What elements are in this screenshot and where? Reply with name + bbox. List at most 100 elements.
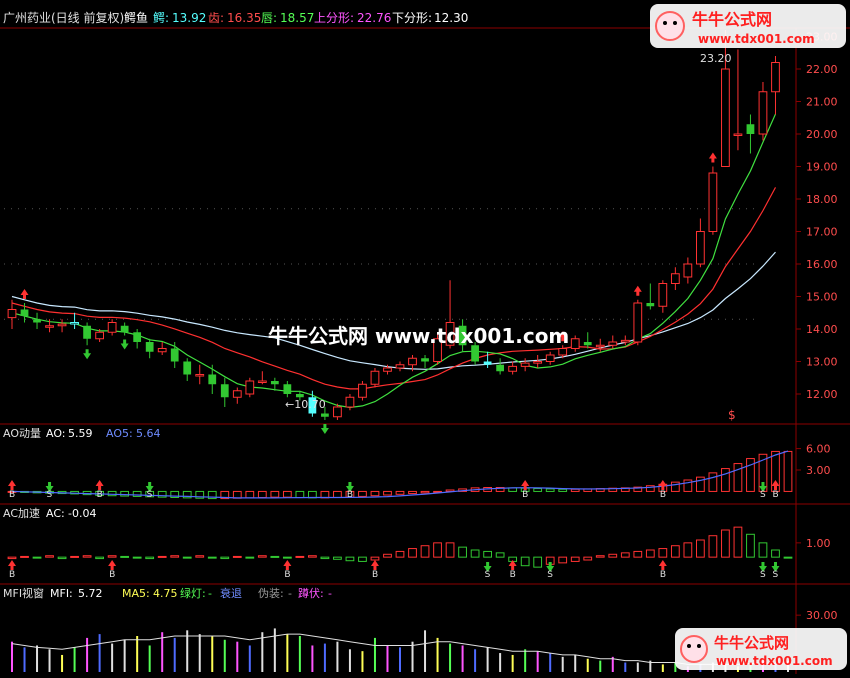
squat-value: -: [328, 587, 332, 600]
jaw-label: 鳄:: [153, 11, 169, 25]
ac-bar: [207, 556, 217, 559]
candle-body-down: [496, 364, 505, 372]
ac-bar: [120, 555, 130, 558]
ac-bar: [70, 555, 79, 558]
ao-tick-label: 6.00: [806, 443, 831, 456]
ao-panel-title: AO动量: [3, 427, 41, 440]
down-fractal-value: 12.30: [434, 11, 468, 25]
candle-body-up: [545, 354, 555, 362]
signal-letter: B: [347, 490, 353, 500]
candle-body-up: [395, 364, 405, 369]
candle-body-down: [646, 303, 655, 307]
candle-body-up: [608, 341, 618, 346]
fake-label: 伪装:: [258, 587, 284, 600]
down-fractal-label: 下分形:: [392, 11, 432, 25]
candle-body-up: [570, 338, 580, 349]
candle-body-up: [157, 348, 167, 353]
signal-letter: S: [47, 490, 53, 500]
mfi-tick-label: 30.00: [806, 609, 838, 622]
candle-body-down: [170, 348, 179, 362]
ac-bar: [270, 555, 280, 558]
price-tick-label: 19.00: [806, 161, 838, 174]
candle-body-up: [670, 273, 680, 284]
candle-body-up: [245, 380, 255, 395]
candle-body-up: [658, 283, 668, 307]
ao-tick-label: 3.00: [806, 464, 831, 477]
signal-letter: B: [284, 570, 290, 580]
signal-letter: B: [372, 570, 378, 580]
candle-body-up: [520, 362, 530, 367]
candle-body-down: [145, 342, 154, 352]
price-tick-label: 14.00: [806, 323, 838, 336]
signal-letter: B: [660, 490, 666, 500]
lips-value: 18.57: [280, 11, 314, 25]
alligator-label: 鳄鱼: [124, 11, 148, 25]
signal-letter: S: [772, 570, 778, 580]
price-tick-label: 15.00: [806, 291, 838, 304]
mfi-panel-title: MFI视窗: [3, 586, 44, 600]
chart-canvas[interactable]: B S B S B B B S BB B B B S B S B S S 12.0013.0014.0015.00…: [0, 0, 850, 674]
up-fractal-value: 22.76: [357, 11, 391, 25]
price-tick-label: 20.00: [806, 128, 838, 141]
ao-value: 5.59: [68, 427, 93, 440]
ac-bar: [32, 556, 42, 559]
candle-body-up: [708, 172, 718, 232]
candle-body-up: [408, 357, 417, 366]
trading-terminal: BSBSBBBSBBBBBSBSBSS 12.00 13.00 14.00 15.00…: [0, 0, 850, 674]
price-tick-label: 22.00: [806, 63, 838, 76]
price-tick-label: 16.00: [806, 258, 838, 271]
signal-letter: S: [147, 490, 153, 500]
signal-letter: S: [760, 490, 766, 500]
mfi-label: MFI:: [50, 587, 73, 600]
ac-bar: [245, 556, 255, 559]
candle-body-up: [45, 325, 54, 328]
candle-body-up: [383, 367, 392, 372]
ma5-value: 4.75: [153, 587, 178, 600]
candle-body-up: [57, 323, 67, 327]
teeth-label: 齿:: [208, 11, 224, 25]
ac-bar: [783, 556, 793, 559]
ac-bar: [182, 556, 192, 559]
signal-letter: B: [660, 570, 666, 580]
ac-panel-title: AC加速: [3, 507, 40, 520]
price-tick-label: 13.00: [806, 356, 838, 369]
candle-body-up: [7, 309, 17, 319]
candle-body-up: [70, 322, 79, 325]
center-watermark: 牛牛公式网 www.tdx001.com: [268, 324, 569, 348]
teeth-value: 16.35: [227, 11, 261, 25]
candle-body-down: [421, 358, 429, 362]
signal-letter: S: [485, 570, 491, 580]
price-tick-label: 12.00: [806, 388, 838, 401]
ac-bar: [20, 555, 29, 558]
lips-label: 唇:: [261, 11, 277, 25]
candle-body-down: [33, 319, 41, 323]
candle-body-up: [696, 231, 705, 265]
signal-letter: B: [109, 570, 115, 580]
candle-body-down: [270, 381, 279, 385]
candle-body-down: [483, 361, 492, 365]
candle-body-down: [220, 384, 229, 398]
signal-letter: B: [522, 490, 528, 500]
green-light-value: -: [208, 587, 212, 600]
low-annotation: ←10.70: [285, 398, 326, 411]
fake-value: -: [288, 587, 292, 600]
candle-body-down: [321, 413, 329, 417]
up-fractal-label: 上分形:: [314, 11, 354, 25]
signal-letter: B: [9, 490, 15, 500]
signal-letter: B: [97, 490, 103, 500]
signal-letter: B: [772, 490, 778, 500]
candle-body-up: [257, 380, 267, 383]
ac-label: AC:: [46, 507, 65, 520]
signal-letter: S: [547, 570, 553, 580]
candle-body-up: [333, 406, 342, 418]
dollar-marker: $: [728, 408, 736, 422]
ma5-label: MA5:: [122, 587, 150, 600]
ac-value: -0.04: [68, 507, 96, 520]
candle-body-up: [758, 91, 768, 135]
watermark-url-bottom: www.tdx001.com: [716, 654, 833, 668]
ac-tick-label: 1.00: [806, 537, 831, 550]
ac-bar: [157, 555, 167, 558]
candle-body-up: [195, 374, 205, 377]
candle-body-down: [583, 342, 592, 346]
candle-body-up: [508, 365, 518, 372]
